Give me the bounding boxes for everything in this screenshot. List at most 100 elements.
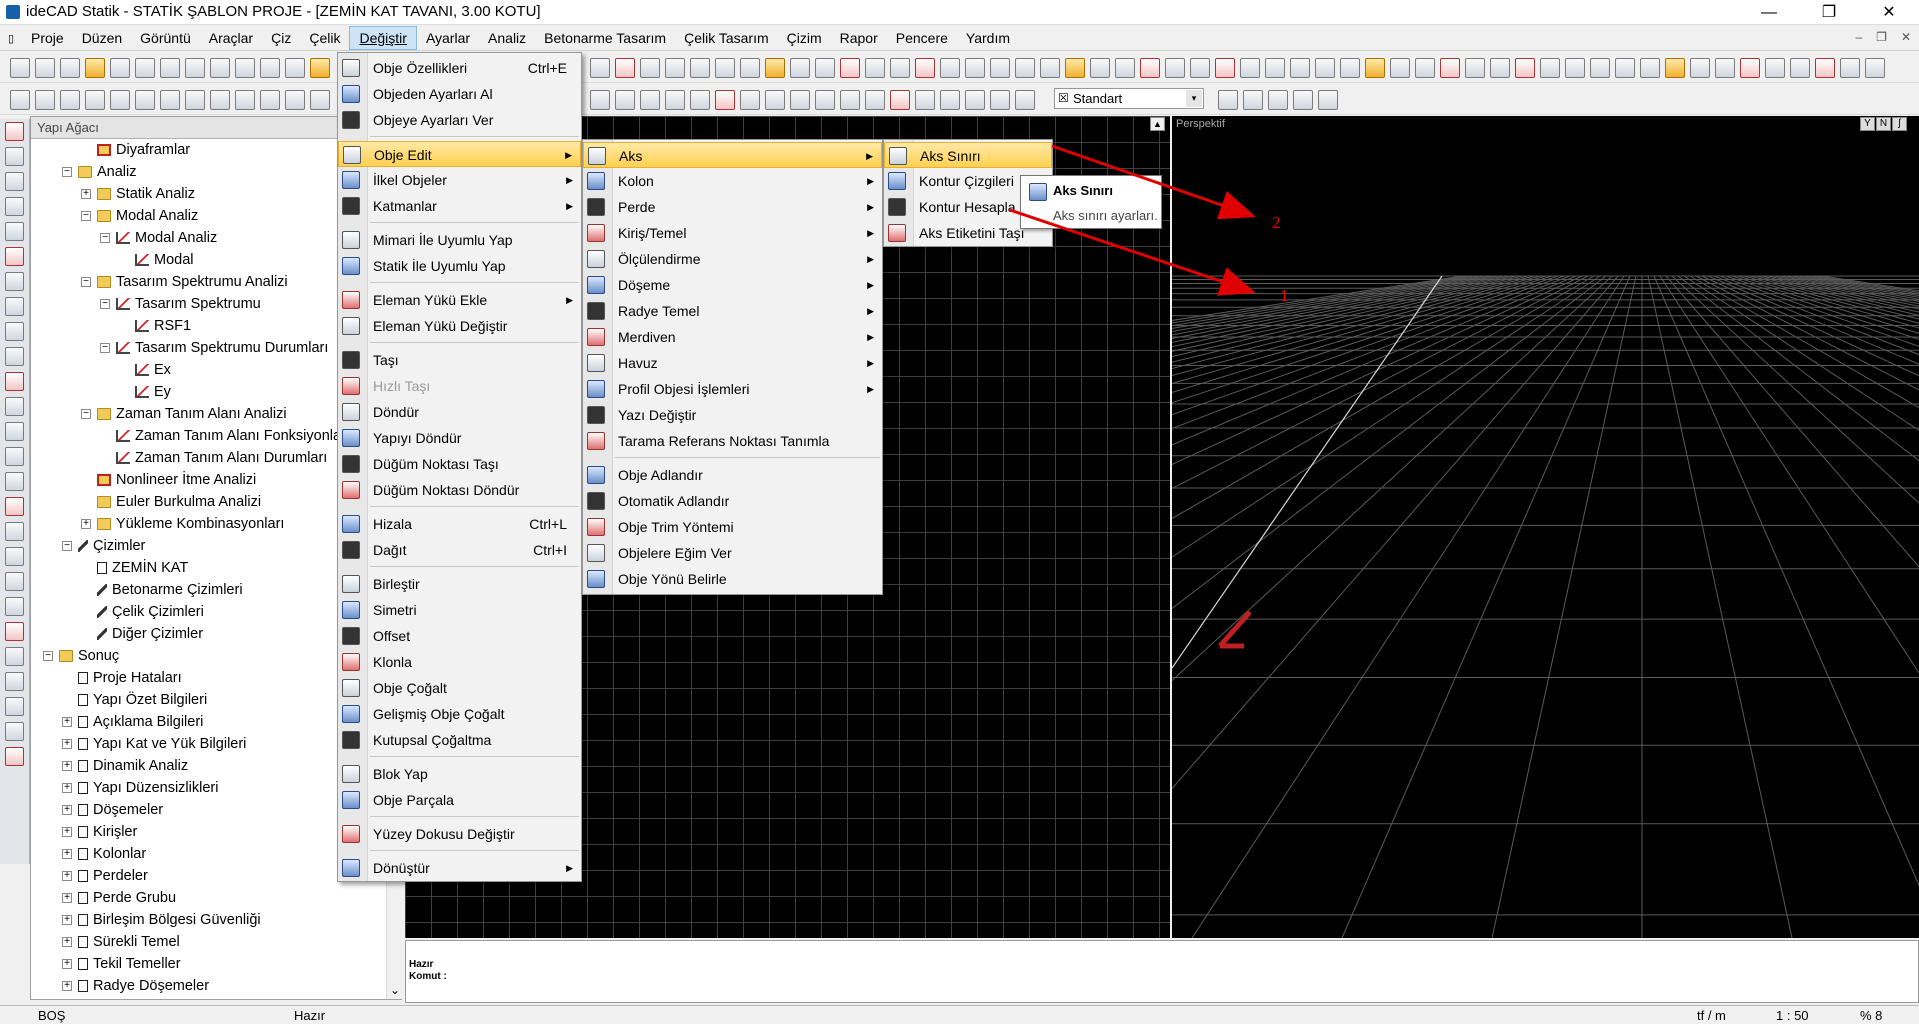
toolbar-tool-icon[interactable] — [235, 90, 255, 110]
tree-item-zaman-tanim-alani-fonksiyonlari[interactable]: Zaman Tanım Alanı Fonksiyonları — [116, 425, 350, 447]
tree-item-euler-burkulma-analizi[interactable]: Euler Burkulma Analizi — [97, 491, 261, 513]
tree-item-ey[interactable]: Ey — [135, 381, 171, 403]
menu-duzen[interactable]: Düzen — [73, 26, 131, 50]
menu-item-yazi-degistir[interactable]: Yazı Değiştir — [583, 402, 882, 428]
toolbar-tool-icon[interactable] — [35, 90, 55, 110]
style-combo[interactable]: Standart ▾ — [1054, 88, 1204, 109]
toolbar-tool-icon[interactable] — [665, 90, 685, 110]
toolbar-tool-icon[interactable] — [590, 90, 610, 110]
toolbar-tool-icon[interactable] — [110, 58, 130, 78]
toolbar-tool-icon[interactable] — [1365, 58, 1385, 78]
toolbar-tool-icon[interactable] — [1440, 58, 1460, 78]
toolbar-tool-icon[interactable] — [1740, 58, 1760, 78]
side-tool-icon[interactable] — [5, 447, 24, 466]
tree-item-zaman-tanim-alani-analizi[interactable]: − Zaman Tanım Alanı Analizi — [81, 403, 287, 425]
toolbar-tool-icon[interactable] — [715, 90, 735, 110]
toolbar-tool-icon[interactable] — [1115, 58, 1135, 78]
expand-icon[interactable]: + — [62, 915, 72, 926]
tree-item-yapi-ozet-bilgileri[interactable]: Yapı Özet Bilgileri — [78, 689, 207, 711]
menu-item-objeye-ayarlari-ver[interactable]: Objeye Ayarları Ver — [338, 107, 581, 133]
toolbar-tool-icon[interactable] — [160, 90, 180, 110]
collapse-icon[interactable]: − — [62, 541, 72, 552]
viewport-button-s[interactable]: ʃ — [1892, 117, 1907, 131]
toolbar-tool-icon[interactable] — [10, 90, 30, 110]
toolbar-tool-icon[interactable] — [1065, 58, 1085, 78]
tree-item-surekli-temel[interactable]: + Sürekli Temel — [62, 931, 180, 953]
toolbar-tool-icon[interactable] — [890, 58, 910, 78]
expand-icon[interactable]: + — [62, 761, 72, 772]
tree-item-dosemeler[interactable]: + Döşemeler — [62, 799, 163, 821]
toolbar-tool-icon[interactable] — [10, 58, 30, 78]
toolbar-tool-icon[interactable] — [260, 90, 280, 110]
toolbar-tool-icon[interactable] — [1490, 58, 1510, 78]
side-tool-icon[interactable] — [5, 647, 24, 666]
menu-betonarme-tasarim[interactable]: Betonarme Tasarım — [535, 26, 675, 50]
toolbar-tool-icon[interactable] — [1565, 58, 1585, 78]
toolbar-tool-icon[interactable] — [210, 58, 230, 78]
toolbar-tool-icon[interactable] — [210, 90, 230, 110]
toolbar-tool-icon[interactable] — [1715, 58, 1735, 78]
side-tool-icon[interactable] — [5, 672, 24, 691]
toolbar-tool-icon[interactable] — [1318, 90, 1338, 110]
tree-item-proje-hatalari[interactable]: Proje Hataları — [78, 667, 182, 689]
side-tool-icon[interactable] — [5, 572, 24, 591]
menu-item-dondur[interactable]: Döndür — [338, 399, 581, 425]
toolbar-tool-icon[interactable] — [690, 58, 710, 78]
menu-item-obje-trim-yontemi[interactable]: Obje Trim Yöntemi — [583, 514, 882, 540]
tree-item-statik-analiz[interactable]: + Statik Analiz — [81, 183, 195, 205]
tree-item-dinamik-analiz[interactable]: + Dinamik Analiz — [62, 755, 188, 777]
toolbar-tool-icon[interactable] — [1865, 58, 1885, 78]
tree-item-diger-cizimler[interactable]: Diğer Çizimler — [97, 623, 203, 645]
menu-cizim[interactable]: Çizim — [778, 26, 831, 50]
toolbar-tool-icon[interactable] — [85, 58, 105, 78]
menu-pencere[interactable]: Pencere — [887, 26, 957, 50]
toolbar-tool-icon[interactable] — [815, 58, 835, 78]
maximize-view-button[interactable]: ▲ — [1150, 117, 1165, 131]
expand-icon[interactable]: + — [62, 717, 72, 728]
menu-item-objeden-ayarlari-al[interactable]: Objeden Ayarları Al — [338, 81, 581, 107]
menu-item-ilkel-objeler[interactable]: İlkel Objeler ▶ — [338, 167, 581, 193]
tree-item-aciklama-bilgileri[interactable]: + Açıklama Bilgileri — [62, 711, 203, 733]
menu-item-klonla[interactable]: Klonla — [338, 649, 581, 675]
expand-icon[interactable]: + — [62, 981, 72, 992]
mdi-close-button[interactable]: ✕ — [1901, 30, 1911, 44]
side-tool-icon[interactable] — [5, 197, 24, 216]
toolbar-tool-icon[interactable] — [915, 90, 935, 110]
toolbar-tool-icon[interactable] — [85, 90, 105, 110]
toolbar-tool-icon[interactable] — [110, 90, 130, 110]
doc-icon[interactable]: ▯ — [0, 32, 22, 45]
tree-item-tekil-temeller[interactable]: + Tekil Temeller — [62, 953, 181, 975]
toolbar-tool-icon[interactable] — [1815, 58, 1835, 78]
menu-item-radye-temel[interactable]: Radye Temel ▶ — [583, 298, 882, 324]
tree-item-modal-analiz[interactable]: − Modal Analiz — [100, 227, 217, 249]
menu-item-aks-siniri[interactable]: Aks Sınırı — [884, 142, 1052, 168]
menu-item-obje-yonu-belirle[interactable]: Obje Yönü Belirle — [583, 566, 882, 592]
toolbar-tool-icon[interactable] — [1465, 58, 1485, 78]
perspective-viewport[interactable] — [1172, 116, 1919, 938]
side-tool-icon[interactable] — [5, 122, 24, 141]
menu-item-eleman-yuku-ekle[interactable]: Eleman Yükü Ekle ▶ — [338, 287, 581, 313]
toolbar-tool-icon[interactable] — [615, 58, 635, 78]
viewport-button-y[interactable]: Y — [1860, 117, 1875, 131]
menu-item-obje-parcala[interactable]: Obje Parçala — [338, 787, 581, 813]
menu-goruntu[interactable]: Görüntü — [131, 26, 200, 50]
side-tool-icon[interactable] — [5, 422, 24, 441]
tree-item-ex[interactable]: Ex — [135, 359, 171, 381]
collapse-icon[interactable]: − — [100, 233, 110, 244]
tree-item-betonarme-cizimleri[interactable]: Betonarme Çizimleri — [97, 579, 243, 601]
expand-icon[interactable]: + — [81, 519, 91, 530]
side-tool-icon[interactable] — [5, 297, 24, 316]
side-tool-icon[interactable] — [5, 397, 24, 416]
tree-item-perde-grubu[interactable]: + Perde Grubu — [62, 887, 176, 909]
toolbar-tool-icon[interactable] — [615, 90, 635, 110]
tree-item-zemin-kat[interactable]: ZEMİN KAT — [97, 557, 188, 579]
tree-item-cizimler[interactable]: − Çizimler — [62, 535, 145, 557]
toolbar-tool-icon[interactable] — [1640, 58, 1660, 78]
toolbar-tool-icon[interactable] — [310, 58, 330, 78]
menu-item-gelismis-obje-cogalt[interactable]: Gelişmiş Obje Çoğalt — [338, 701, 581, 727]
toolbar-tool-icon[interactable] — [1268, 90, 1288, 110]
tree-item-diyaframlar[interactable]: Diyaframlar — [97, 139, 190, 161]
side-tool-icon[interactable] — [5, 147, 24, 166]
toolbar-tool-icon[interactable] — [740, 58, 760, 78]
toolbar-tool-icon[interactable] — [940, 58, 960, 78]
